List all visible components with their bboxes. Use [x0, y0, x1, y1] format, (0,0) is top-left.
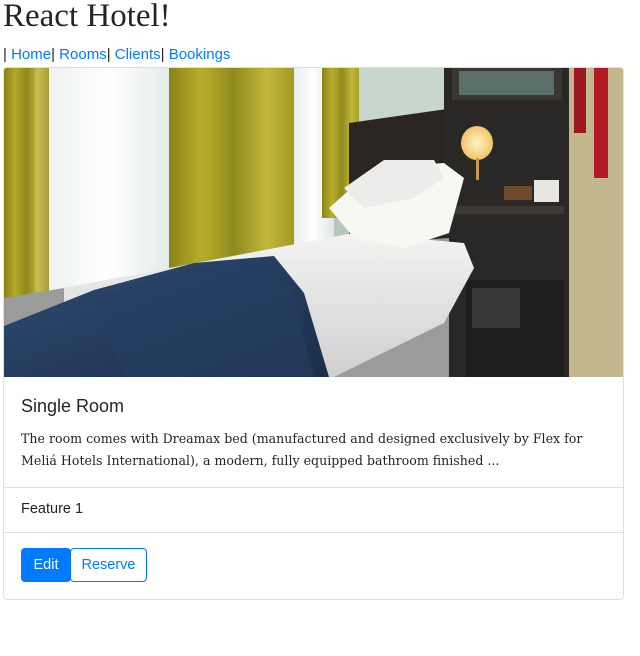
main-nav: | Home| Rooms| Clients| Bookings: [3, 46, 230, 64]
nav-separator: |: [51, 46, 55, 63]
room-title: Single Room: [21, 396, 125, 416]
nav-link-bookings[interactable]: Bookings: [169, 46, 231, 63]
room-description: The room comes with Dreamax bed (manufac…: [21, 431, 583, 468]
nav-separator: |: [106, 46, 111, 63]
nav-link-clients[interactable]: Clients: [115, 46, 161, 63]
nav-link-home[interactable]: Home: [11, 46, 51, 63]
room-image: [4, 68, 623, 377]
nav-link-rooms[interactable]: Rooms: [59, 46, 107, 63]
card-body: Single Room The room comes with Dreamax …: [4, 377, 623, 487]
nav-separator: |: [3, 46, 7, 63]
nav-separator: |: [160, 46, 165, 63]
edit-button[interactable]: Edit: [21, 548, 71, 582]
site-title: React Hotel!: [3, 0, 171, 34]
reserve-button[interactable]: Reserve: [70, 548, 147, 582]
feature-list-item: Feature 1: [4, 487, 623, 533]
room-card: Single Room The room comes with Dreamax …: [3, 67, 624, 600]
feature-label: Feature 1: [21, 501, 84, 517]
